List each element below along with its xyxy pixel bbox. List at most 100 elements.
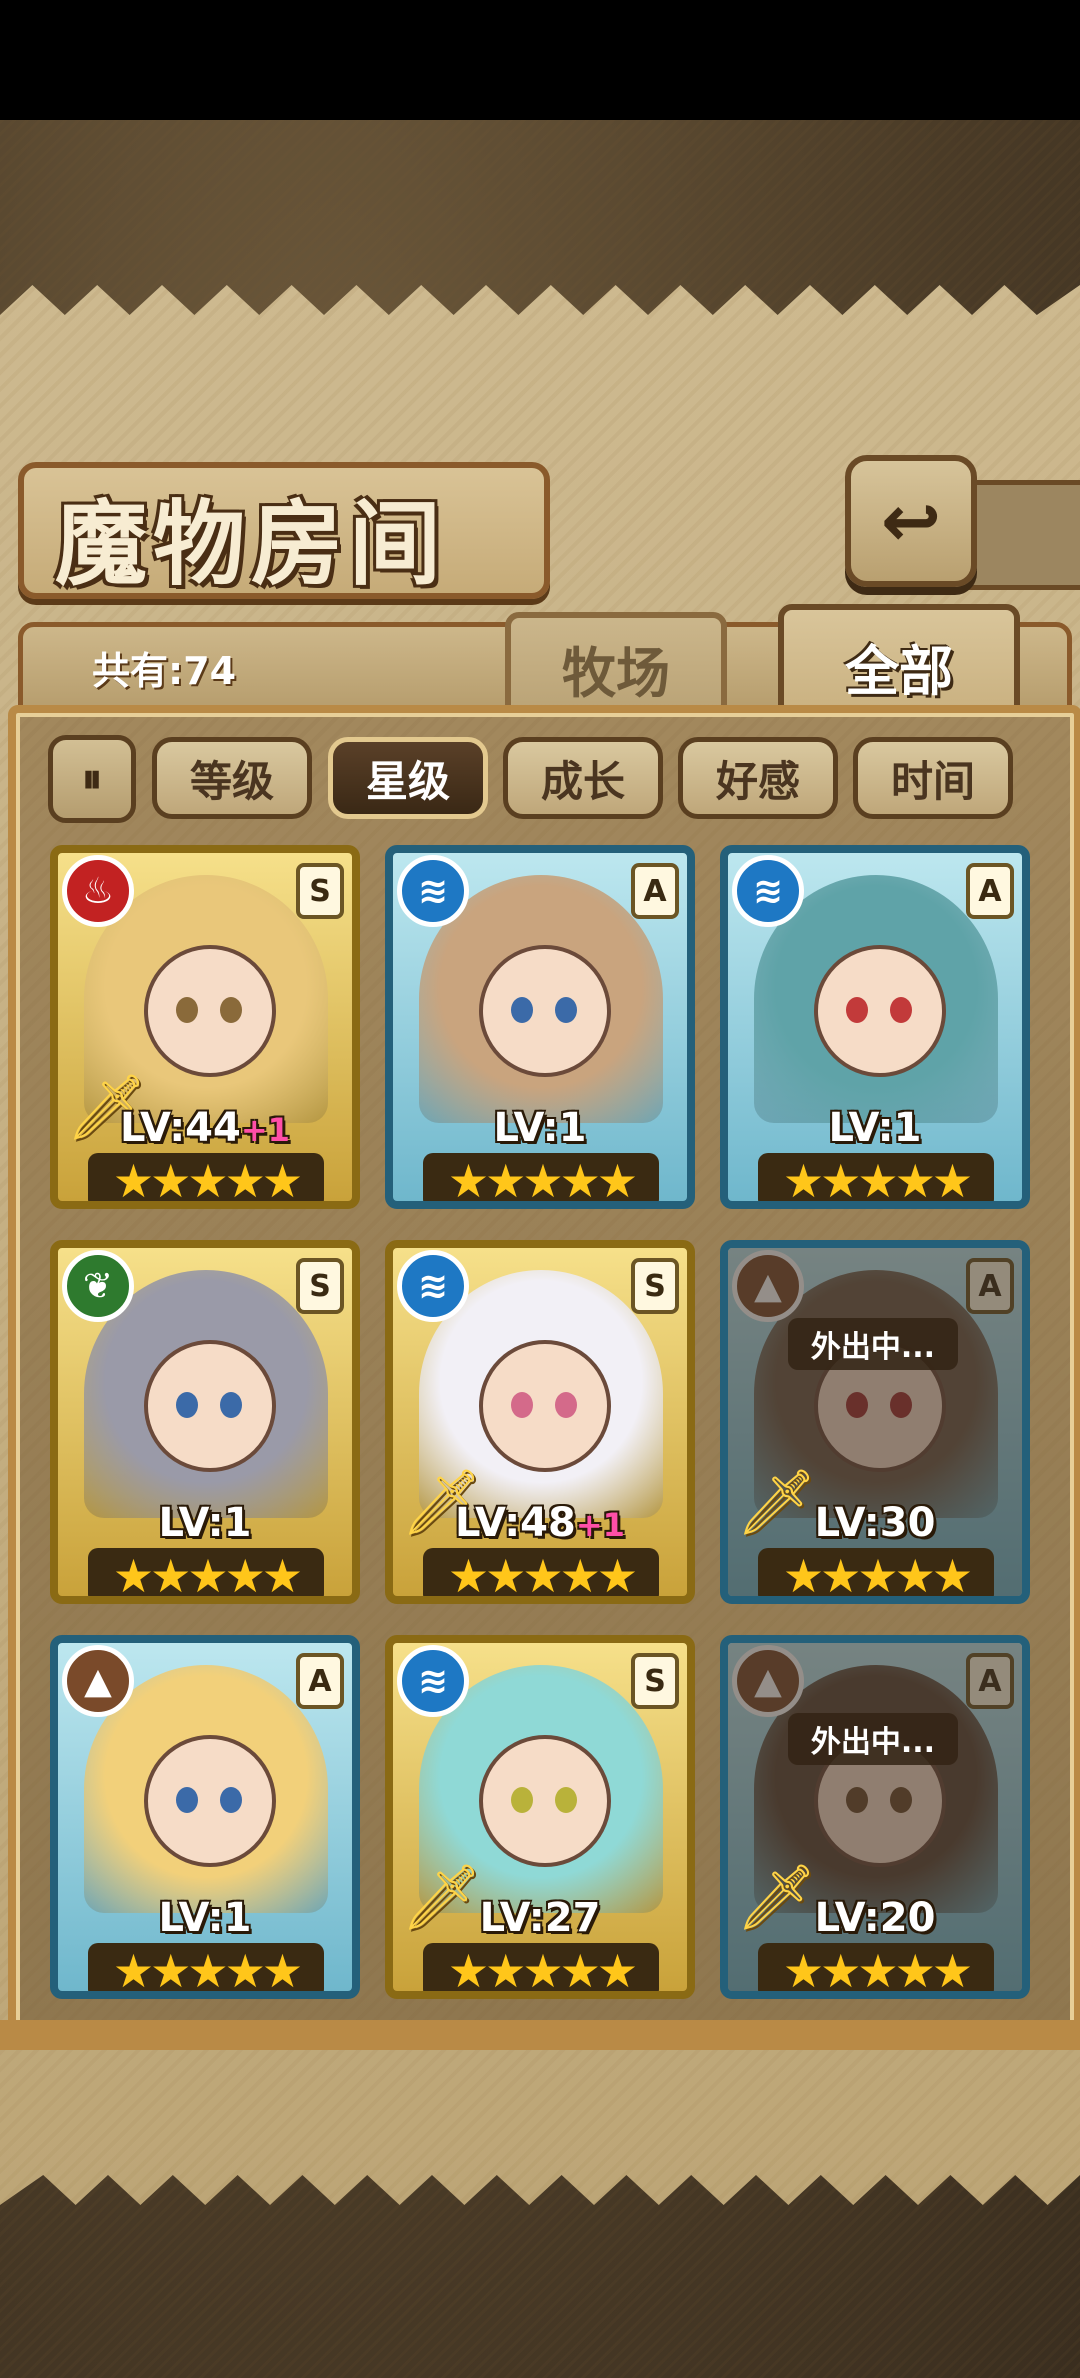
- monster-face: [479, 1340, 611, 1472]
- eye-right: [220, 1392, 242, 1418]
- star-icon: ★: [931, 1549, 973, 1603]
- level-bonus: +1: [575, 1506, 625, 1544]
- sort-toggle-button[interactable]: ⏸: [48, 735, 136, 823]
- star-icon: ★: [857, 1549, 898, 1603]
- monster-card[interactable]: ❦ S LV:1 ★ ★ ★ ★ ★: [50, 1240, 360, 1604]
- level-text: LV:1: [158, 1500, 252, 1546]
- star-icon: ★: [931, 1154, 973, 1208]
- bottom-rail: [0, 2020, 1080, 2050]
- filter-affinity-button[interactable]: 好感: [678, 737, 838, 819]
- eye-right: [220, 1787, 242, 1813]
- fire-element-icon: ♨: [62, 855, 134, 927]
- level-text: LV:27: [479, 1895, 601, 1941]
- filter-time-button[interactable]: 时间: [853, 737, 1013, 819]
- monster-level: LV:27: [393, 1895, 687, 1941]
- level-bonus: +1: [240, 1111, 290, 1149]
- star-icon: ★: [485, 1549, 526, 1603]
- star-icon: ★: [596, 1154, 638, 1208]
- star-icon: ★: [782, 1549, 824, 1603]
- star-icon: ★: [485, 1944, 526, 1998]
- filter-level-button[interactable]: 等级: [152, 737, 312, 819]
- rank-badge: S: [296, 1258, 344, 1314]
- level-text: LV:44: [120, 1105, 241, 1151]
- star-rating: ★ ★ ★ ★ ★: [758, 1548, 994, 1603]
- monster-card[interactable]: ▲ A 外出中... 🗡 LV:20 ★★★★★: [720, 1635, 1030, 1999]
- star-icon: ★: [150, 1944, 191, 1998]
- star-icon: ★: [894, 1944, 936, 1998]
- monster-level: LV:1: [58, 1500, 352, 1546]
- star-icon: ★: [261, 1944, 303, 1998]
- eye-left: [846, 997, 868, 1023]
- star-icon: ★: [857, 1944, 898, 1998]
- level-text: LV:1: [493, 1105, 587, 1151]
- sort-order-icon: ⏸: [82, 756, 102, 802]
- star-rating: ★ ★ ★ ★ ★: [423, 1548, 659, 1603]
- star-icon: ★: [782, 1154, 824, 1208]
- star-icon: ★: [857, 1154, 898, 1208]
- star-icon: ★: [596, 1549, 638, 1603]
- monster-card[interactable]: ≋ S 🗡 LV:48+1 ★★★★★: [385, 1240, 695, 1604]
- eye-right: [890, 997, 912, 1023]
- star-icon: ★: [820, 1944, 861, 1998]
- monster-level: LV:44+1: [58, 1105, 352, 1151]
- monster-level: LV:30: [728, 1500, 1022, 1546]
- monster-face: [814, 945, 946, 1077]
- star-rating: ★ ★ ★ ★ ★: [88, 1548, 324, 1603]
- star-icon: ★: [559, 1944, 601, 1998]
- star-icon: ★: [559, 1154, 601, 1208]
- monster-level: LV:48+1: [393, 1500, 687, 1546]
- star-icon: ★: [447, 1549, 489, 1603]
- monster-card[interactable]: ≋ S 🗡 LV:27 ★★★★★: [385, 1635, 695, 1999]
- eye-right: [220, 997, 242, 1023]
- star-icon: ★: [447, 1944, 489, 1998]
- monster-card[interactable]: ▲ A LV:1 ★ ★ ★ ★ ★: [50, 1635, 360, 1999]
- star-icon: ★: [820, 1154, 861, 1208]
- monster-card[interactable]: ≋ A LV:1 ★ ★ ★ ★ ★: [385, 845, 695, 1209]
- star-rating: ★ ★ ★ ★ ★: [423, 1153, 659, 1208]
- page-title: 魔物房间: [55, 491, 448, 598]
- status-bar: [0, 0, 1080, 120]
- filter-star-button[interactable]: 星级: [328, 737, 488, 819]
- star-rating: ★ ★ ★ ★ ★: [423, 1943, 659, 1998]
- star-icon: ★: [447, 1154, 489, 1208]
- earth-element-icon: ▲: [62, 1645, 134, 1717]
- star-icon: ★: [187, 1154, 228, 1208]
- monster-card[interactable]: ♨ S 🗡 LV:44+1 ★★★★★: [50, 845, 360, 1209]
- water-element-icon: ≋: [732, 855, 804, 927]
- star-rating: ★ ★ ★ ★ ★: [758, 1153, 994, 1208]
- filter-growth-button[interactable]: 成长: [503, 737, 663, 819]
- total-count: 共有:74: [92, 649, 237, 693]
- star-icon: ★: [150, 1549, 191, 1603]
- water-element-icon: ≋: [397, 1250, 469, 1322]
- monster-face: [479, 1735, 611, 1867]
- eye-right: [555, 1787, 577, 1813]
- star-icon: ★: [112, 1154, 154, 1208]
- star-icon: ★: [820, 1549, 861, 1603]
- monster-face: [144, 945, 276, 1077]
- star-icon: ★: [112, 1944, 154, 1998]
- rank-badge: A: [631, 863, 679, 919]
- level-text: LV:30: [814, 1500, 936, 1546]
- level-text: LV:1: [828, 1105, 922, 1151]
- rank-badge: S: [631, 1258, 679, 1314]
- leaf-element-icon: ❦: [62, 1250, 134, 1322]
- back-arrow-icon: ↩: [880, 479, 942, 563]
- eye-left: [511, 997, 533, 1023]
- water-element-icon: ≋: [397, 855, 469, 927]
- star-icon: ★: [187, 1549, 228, 1603]
- monster-level: LV:1: [728, 1105, 1022, 1151]
- monster-level: LV:20: [728, 1895, 1022, 1941]
- monster-card[interactable]: ≋ A LV:1 ★ ★ ★ ★ ★: [720, 845, 1030, 1209]
- star-icon: ★: [522, 1154, 563, 1208]
- rank-badge: S: [631, 1653, 679, 1709]
- eye-right: [555, 997, 577, 1023]
- back-button[interactable]: ↩: [845, 455, 977, 587]
- monster-card[interactable]: ▲ A 外出中... 🗡 LV:30 ★★★★★: [720, 1240, 1030, 1604]
- away-label: 外出中...: [788, 1713, 958, 1765]
- eye-right: [555, 1392, 577, 1418]
- rank-badge: S: [296, 863, 344, 919]
- monster-face: [479, 945, 611, 1077]
- star-icon: ★: [261, 1549, 303, 1603]
- level-text: LV:48: [455, 1500, 576, 1546]
- star-icon: ★: [224, 1154, 266, 1208]
